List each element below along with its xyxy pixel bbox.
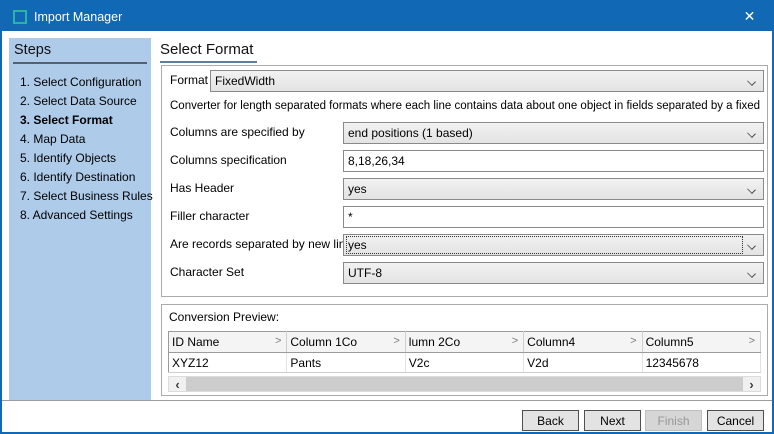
format-groupbox: Format FixedWidth Converter for length s…	[161, 65, 768, 297]
back-button[interactable]: Back	[522, 410, 579, 431]
column-header-column2[interactable]: lumn 2Co >	[405, 332, 523, 353]
scroll-right-icon[interactable]: ›	[743, 377, 760, 391]
format-dropdown[interactable]: FixedWidth	[210, 70, 764, 92]
records-separated-dropdown[interactable]: yes	[343, 234, 764, 256]
cell-column4: V2d	[524, 353, 642, 373]
cancel-button[interactable]: Cancel	[707, 410, 764, 431]
steps-sidebar: Steps 1. Select Configuration 2. Select …	[9, 38, 151, 400]
character-set-value: UTF-8	[348, 266, 741, 280]
sort-indicator-icon: >	[749, 335, 755, 347]
column-header-id-name[interactable]: ID Name >	[169, 332, 287, 353]
column-header-column5[interactable]: Column5 >	[642, 332, 760, 353]
next-button[interactable]: Next	[584, 410, 641, 431]
scrollbar-thumb[interactable]	[186, 377, 743, 391]
step-select-business-rules: 7. Select Business Rules	[13, 186, 147, 205]
step-select-format: 3. Select Format	[13, 110, 147, 129]
columns-specification-input[interactable]	[343, 150, 764, 172]
format-dropdown-value: FixedWidth	[215, 74, 741, 88]
columns-specified-by-dropdown[interactable]: end positions (1 based)	[343, 122, 764, 144]
format-description: Converter for length separated formats w…	[170, 100, 763, 112]
conversion-preview-table: ID Name > Column 1Co > lumn 2Co > Column…	[168, 331, 761, 373]
chevron-down-icon	[747, 269, 756, 278]
app-icon	[13, 10, 27, 24]
step-identify-destination: 6. Identify Destination	[13, 167, 147, 186]
scroll-left-icon[interactable]: ‹	[169, 377, 186, 391]
has-header-label: Has Header	[170, 181, 234, 195]
chevron-down-icon	[747, 241, 756, 250]
columns-specification-label: Columns specification	[170, 153, 287, 167]
titlebar: Import Manager ✕	[2, 2, 772, 31]
character-set-dropdown[interactable]: UTF-8	[343, 262, 764, 284]
table-row[interactable]: XYZ12 Pants V2c V2d 12345678	[169, 353, 761, 373]
cell-column1: Pants	[287, 353, 405, 373]
step-advanced-settings: 8. Advanced Settings	[13, 205, 147, 224]
step-select-configuration: 1. Select Configuration	[13, 72, 147, 91]
has-header-dropdown[interactable]: yes	[343, 178, 764, 200]
cell-id-name: XYZ12	[169, 353, 287, 373]
page-title-underline	[160, 61, 257, 63]
window-title: Import Manager	[34, 10, 122, 24]
records-separated-value: yes	[348, 238, 741, 252]
cell-column5: 12345678	[642, 353, 760, 373]
step-identify-objects: 5. Identify Objects	[13, 148, 147, 167]
sort-indicator-icon: >	[630, 335, 636, 347]
column-header-column4[interactable]: Column4 >	[524, 332, 642, 353]
steps-title: Steps	[13, 41, 147, 64]
filler-character-label: Filler character	[170, 209, 249, 223]
sort-indicator-icon: >	[512, 335, 518, 347]
import-manager-dialog: Import Manager ✕ Steps 1. Select Configu…	[0, 0, 774, 434]
format-label: Format	[170, 73, 208, 87]
records-separated-label: Are records separated by new line	[170, 237, 352, 251]
column-header-column1[interactable]: Column 1Co >	[287, 332, 405, 353]
step-select-data-source: 2. Select Data Source	[13, 91, 147, 110]
columns-specified-by-value: end positions (1 based)	[348, 126, 741, 140]
finish-button[interactable]: Finish	[645, 410, 702, 431]
has-header-value: yes	[348, 182, 741, 196]
page-title: Select Format	[160, 41, 253, 58]
chevron-down-icon	[747, 77, 756, 86]
footer-divider	[2, 400, 772, 401]
conversion-preview-label: Conversion Preview:	[169, 310, 279, 324]
step-map-data: 4. Map Data	[13, 129, 147, 148]
horizontal-scrollbar[interactable]: ‹ ›	[168, 376, 761, 392]
filler-character-input[interactable]	[343, 206, 764, 228]
sort-indicator-icon: >	[275, 335, 281, 347]
close-icon[interactable]: ✕	[727, 2, 772, 31]
character-set-label: Character Set	[170, 265, 244, 279]
conversion-preview-groupbox: Conversion Preview: ID Name > Column 1Co…	[161, 304, 768, 396]
chevron-down-icon	[747, 185, 756, 194]
columns-specified-by-label: Columns are specified by	[170, 125, 305, 139]
sort-indicator-icon: >	[393, 335, 399, 347]
chevron-down-icon	[747, 129, 756, 138]
cell-column2: V2c	[405, 353, 523, 373]
